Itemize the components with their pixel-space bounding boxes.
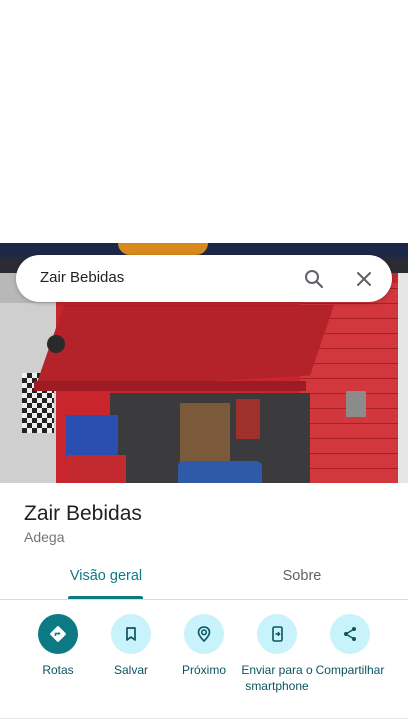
tabs-divider: [0, 599, 408, 600]
place-category[interactable]: Adega: [24, 529, 64, 545]
directions-icon: [38, 614, 78, 654]
photo-box: [346, 391, 366, 417]
send-to-phone-icon: [257, 614, 297, 654]
share-label: Compartilhar: [315, 663, 385, 677]
photo-crate: [68, 455, 126, 483]
photo-pole: [398, 273, 408, 483]
send-to-phone-label: Enviar para o smartphone: [241, 663, 313, 693]
blank-area: [0, 0, 408, 243]
send-to-phone-button[interactable]: Enviar para o smartphone: [238, 614, 316, 694]
bookmark-icon: [111, 614, 151, 654]
close-icon[interactable]: [352, 267, 376, 291]
directions-label: Rotas: [42, 663, 74, 677]
nearby-icon: [184, 614, 224, 654]
nearby-button[interactable]: Próximo: [165, 614, 243, 678]
directions-button[interactable]: Rotas: [19, 614, 97, 678]
search-icon[interactable]: [302, 267, 326, 291]
save-label: Salvar: [113, 663, 148, 677]
nearby-label: Próximo: [181, 663, 226, 677]
photo-house-number: [47, 335, 65, 353]
search-box[interactable]: Zair Bebidas: [16, 255, 392, 302]
photo-water-bottles: [178, 461, 262, 483]
photo-shelf: [236, 399, 260, 439]
tab-about[interactable]: Sobre: [254, 568, 350, 584]
save-button[interactable]: Salvar: [92, 614, 170, 678]
bottom-divider: [0, 718, 408, 719]
search-input[interactable]: Zair Bebidas: [40, 269, 124, 286]
share-button[interactable]: Compartilhar: [311, 614, 389, 678]
photo-crate: [66, 415, 118, 457]
tab-overview[interactable]: Visão geral: [58, 568, 154, 584]
place-title: Zair Bebidas: [24, 502, 142, 525]
photo-awning-edge: [34, 381, 306, 391]
photo-sign-logo: [118, 243, 208, 255]
photo-shelf: [180, 403, 230, 463]
share-icon: [330, 614, 370, 654]
